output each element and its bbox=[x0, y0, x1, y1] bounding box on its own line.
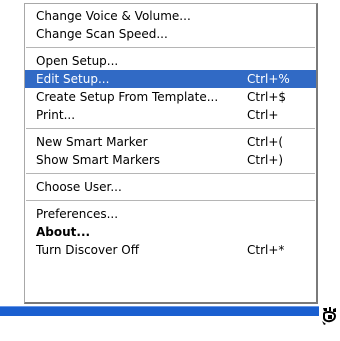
menu-separator bbox=[26, 47, 315, 48]
menu-item-label: Choose User... bbox=[36, 180, 122, 194]
menu-item-label: Turn Discover Off bbox=[36, 243, 139, 257]
menu-item-label: Open Setup... bbox=[36, 54, 119, 68]
menu-item-edit-setup[interactable]: Edit Setup... Ctrl+% bbox=[25, 70, 316, 88]
menu-item-new-smart-marker[interactable]: New Smart Marker Ctrl+( bbox=[25, 133, 316, 151]
menu-item-label: New Smart Marker bbox=[36, 135, 148, 149]
menu-separator bbox=[26, 128, 315, 129]
menu-item-turn-discover-off[interactable]: Turn Discover Off Ctrl+* bbox=[25, 241, 316, 259]
menu-item-label: Print... bbox=[36, 108, 76, 122]
menu-item-shortcut: Ctrl+* bbox=[247, 243, 285, 257]
context-menu: Change Voice & Volume... Change Scan Spe… bbox=[24, 3, 318, 304]
screen: Change Voice & Volume... Change Scan Spe… bbox=[0, 0, 340, 341]
menu-item-change-scan-speed[interactable]: Change Scan Speed... bbox=[25, 25, 316, 43]
menu-separator bbox=[26, 200, 315, 201]
discover-tray-icon[interactable] bbox=[319, 305, 340, 327]
menu-item-shortcut: Ctrl+$ bbox=[247, 90, 287, 104]
menu-item-choose-user[interactable]: Choose User... bbox=[25, 178, 316, 196]
tray-area bbox=[0, 316, 340, 330]
menu-item-about[interactable]: About... bbox=[25, 223, 316, 241]
menu-item-preferences[interactable]: Preferences... bbox=[25, 205, 316, 223]
menu-separator bbox=[26, 173, 315, 174]
menu-item-show-smart-markers[interactable]: Show Smart Markers Ctrl+) bbox=[25, 151, 316, 169]
menu-item-label: Create Setup From Template... bbox=[36, 90, 219, 104]
menu-item-label: Change Scan Speed... bbox=[36, 27, 168, 41]
menu-item-label: About... bbox=[36, 225, 91, 239]
menu-item-label: Show Smart Markers bbox=[36, 153, 161, 167]
menu-item-open-setup[interactable]: Open Setup... bbox=[25, 52, 316, 70]
menu-item-change-voice-volume[interactable]: Change Voice & Volume... bbox=[25, 7, 316, 25]
menu-item-create-setup-from-template[interactable]: Create Setup From Template... Ctrl+$ bbox=[25, 88, 316, 106]
menu-item-shortcut: Ctrl+) bbox=[247, 153, 284, 167]
menu-item-print[interactable]: Print... Ctrl+ bbox=[25, 106, 316, 124]
menu-item-shortcut: Ctrl+ bbox=[247, 108, 279, 122]
menu-item-label: Change Voice & Volume... bbox=[36, 9, 191, 23]
menu-item-shortcut: Ctrl+% bbox=[247, 72, 290, 86]
menu-item-label: Edit Setup... bbox=[36, 72, 110, 86]
menu-item-label: Preferences... bbox=[36, 207, 119, 221]
menu-item-shortcut: Ctrl+( bbox=[247, 135, 284, 149]
